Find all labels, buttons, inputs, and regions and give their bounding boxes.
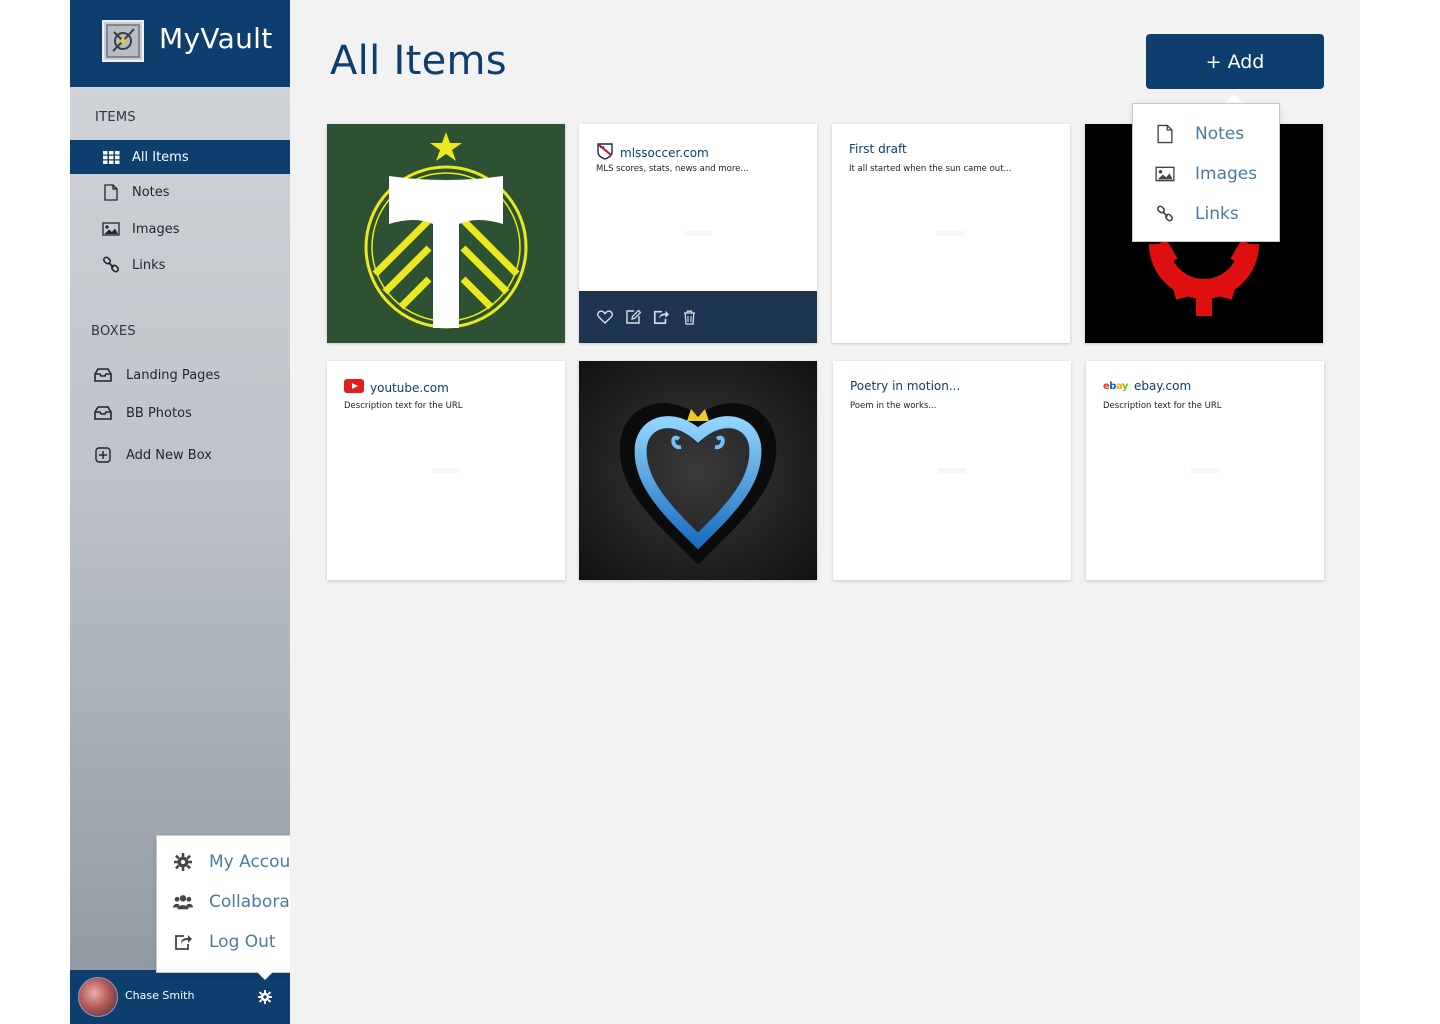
- card-link-ebay[interactable]: ebay ebay.com Description text for the U…: [1086, 361, 1324, 580]
- share-icon[interactable]: [653, 309, 669, 325]
- card-description: It all started when the sun came out...: [849, 164, 1012, 174]
- items-section-label: ITEMS: [95, 110, 136, 125]
- menu-item-label: Images: [1195, 164, 1258, 184]
- box-item-label: Add New Box: [126, 447, 212, 463]
- add-menu-dropdown: Notes Images Links: [1132, 103, 1280, 242]
- sidebar-item-notes[interactable]: Notes: [70, 175, 290, 209]
- menu-item-my-account[interactable]: My Account: [173, 852, 308, 872]
- image-icon: [1155, 164, 1175, 184]
- mls-icon: [596, 142, 614, 163]
- card-placeholder: [432, 468, 460, 473]
- box-item-label: Landing Pages: [126, 367, 221, 383]
- card-placeholder: [1191, 468, 1219, 473]
- image-icon: [102, 220, 120, 238]
- main-content: All Items + Add mlssoccer.com MLS scores…: [290, 0, 1360, 1024]
- add-button[interactable]: + Add: [1146, 34, 1324, 89]
- inbox-icon: [94, 404, 112, 422]
- card-actions-bar: [579, 291, 817, 343]
- card-title[interactable]: youtube.com: [344, 379, 449, 396]
- kingdom-hearts-heart-image: [579, 361, 817, 580]
- menu-item-log-out[interactable]: Log Out: [173, 932, 276, 952]
- card-title[interactable]: First draft: [849, 142, 907, 156]
- add-new-box-button[interactable]: Add New Box: [70, 440, 290, 470]
- edit-icon[interactable]: [625, 309, 641, 325]
- card-note-poetry[interactable]: Poetry in motion... Poem in the works...: [833, 361, 1071, 580]
- sidebar-item-label: All Items: [132, 149, 189, 165]
- logout-icon: [173, 932, 193, 952]
- vault-logo-icon: [102, 20, 144, 62]
- add-menu-item-notes[interactable]: Notes: [1155, 124, 1244, 144]
- gear-icon: [173, 852, 193, 872]
- link-icon: [1155, 204, 1175, 224]
- trash-icon[interactable]: [681, 309, 697, 325]
- app-title: MyVault: [159, 22, 273, 55]
- card-description: Poem in the works...: [850, 401, 937, 411]
- inbox-icon: [94, 366, 112, 384]
- users-icon: [173, 892, 193, 912]
- menu-item-label: Links: [1195, 204, 1239, 224]
- card-image-heart[interactable]: [579, 361, 817, 580]
- card-description: MLS scores, stats, news and more...: [596, 164, 749, 174]
- youtube-icon: [344, 379, 364, 396]
- card-placeholder: [684, 231, 712, 236]
- sidebar-item-links[interactable]: Links: [70, 248, 290, 282]
- add-menu-item-images[interactable]: Images: [1155, 164, 1257, 184]
- card-placeholder: [937, 231, 965, 236]
- user-menu-caret: [256, 971, 274, 980]
- card-description: Description text for the URL: [344, 401, 463, 411]
- box-item-bb-photos[interactable]: BB Photos: [70, 398, 290, 428]
- add-menu-item-links[interactable]: Links: [1155, 204, 1239, 224]
- card-description: Description text for the URL: [1103, 401, 1222, 411]
- sidebar-item-images[interactable]: Images: [70, 212, 290, 246]
- box-item-label: BB Photos: [126, 405, 192, 421]
- menu-item-label: Log Out: [209, 932, 276, 952]
- card-title-text: ebay.com: [1133, 379, 1192, 393]
- ebay-icon: ebay: [1103, 380, 1128, 392]
- sidebar-item-label: Notes: [132, 184, 170, 200]
- card-title[interactable]: ebay ebay.com: [1103, 379, 1191, 393]
- link-icon: [102, 256, 120, 274]
- avatar[interactable]: [78, 977, 118, 1017]
- card-link-youtube[interactable]: youtube.com Description text for the URL: [327, 361, 565, 580]
- sidebar-item-label: Images: [132, 221, 180, 237]
- card-title-text: mlssoccer.com: [620, 145, 709, 160]
- timbers-logo-image: [364, 132, 528, 329]
- card-title[interactable]: Poetry in motion...: [850, 379, 960, 393]
- page-title: All Items: [330, 38, 507, 84]
- add-menu-caret: [1225, 94, 1243, 103]
- heart-icon[interactable]: [597, 309, 613, 325]
- card-note-first-draft[interactable]: First draft It all started when the sun …: [832, 124, 1070, 343]
- card-title[interactable]: mlssoccer.com: [596, 142, 709, 163]
- note-icon: [102, 183, 120, 201]
- menu-item-label: Notes: [1195, 124, 1245, 144]
- boxes-section-label: BOXES: [91, 324, 136, 339]
- user-name: Chase Smith: [125, 989, 195, 1002]
- grid-icon: [102, 148, 120, 166]
- card-placeholder: [938, 468, 966, 473]
- note-icon: [1155, 124, 1175, 144]
- sidebar-item-label: Links: [132, 257, 166, 273]
- gear-icon[interactable]: [258, 989, 272, 1004]
- card-link-mlssoccer[interactable]: mlssoccer.com MLS scores, stats, news an…: [579, 124, 817, 343]
- card-image-timbers[interactable]: [327, 124, 565, 343]
- box-item-landing-pages[interactable]: Landing Pages: [70, 360, 290, 390]
- sidebar-item-all-items[interactable]: All Items: [70, 140, 290, 174]
- brand-header[interactable]: MyVault: [70, 0, 290, 87]
- plus-box-icon: [94, 446, 112, 464]
- card-title-text: youtube.com: [370, 380, 449, 395]
